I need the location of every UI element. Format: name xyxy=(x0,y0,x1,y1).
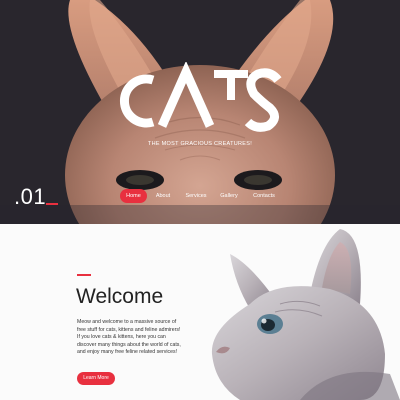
sphynx-cat-profile-image xyxy=(180,224,400,400)
cats-logo xyxy=(119,62,282,132)
hero-section: THE MOST GRACIOUS CREATURES! .01 Home Ab… xyxy=(0,0,400,224)
hero-tagline: THE MOST GRACIOUS CREATURES! xyxy=(147,141,253,147)
nav-item-about[interactable]: About xyxy=(153,189,173,203)
nav-item-gallery[interactable]: Gallery xyxy=(218,189,240,203)
welcome-accent-bar xyxy=(77,274,91,276)
welcome-section: Welcome Meow and welcome to a massive so… xyxy=(0,224,400,400)
nav-item-services[interactable]: Services xyxy=(183,189,209,203)
nav-item-home[interactable]: Home xyxy=(120,189,147,203)
main-navigation: Home About Services Gallery Contacts xyxy=(0,189,400,205)
nav-item-contacts[interactable]: Contacts xyxy=(251,189,277,203)
learn-more-button[interactable]: Learn More xyxy=(77,372,115,385)
welcome-title: Welcome xyxy=(76,285,164,308)
welcome-description: Meow and welcome to a massive source of … xyxy=(77,319,181,355)
